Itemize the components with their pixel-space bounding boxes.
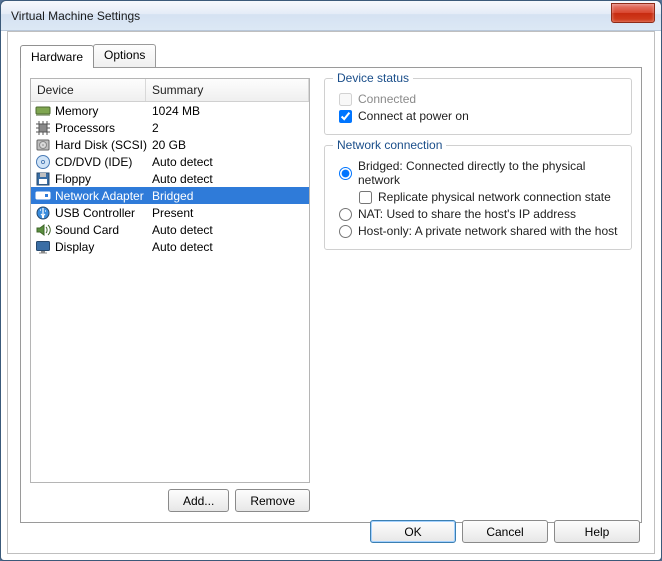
label-nat: NAT: Used to share the host's IP address xyxy=(358,207,576,221)
list-row[interactable]: Memory 1024 MB xyxy=(31,102,309,119)
tab-hardware-label: Hardware xyxy=(31,50,83,64)
opt-connected: Connected xyxy=(339,92,621,106)
tabpage-hardware: Device Summary Memory 1024 MB Processors… xyxy=(20,67,642,523)
header-summary[interactable]: Summary xyxy=(146,79,309,101)
tab-hardware[interactable]: Hardware xyxy=(20,45,94,68)
ok-button-label: OK xyxy=(404,525,421,539)
list-row[interactable]: CD/DVD (IDE) Auto detect xyxy=(31,153,309,170)
label-replicate: Replicate physical network connection st… xyxy=(378,190,611,204)
opt-power-on[interactable]: Connect at power on xyxy=(339,109,621,123)
device-summary: 1024 MB xyxy=(148,104,307,118)
display-icon xyxy=(35,239,51,255)
checkbox-power-on[interactable] xyxy=(339,110,352,123)
list-row[interactable]: Processors 2 xyxy=(31,119,309,136)
remove-button-label: Remove xyxy=(250,494,295,508)
opt-hostonly[interactable]: Host-only: A private network shared with… xyxy=(339,224,621,238)
tab-strip: Hardware Options xyxy=(20,44,642,67)
tab-options-label: Options xyxy=(104,48,145,62)
opt-replicate[interactable]: Replicate physical network connection st… xyxy=(359,190,621,204)
tab-options[interactable]: Options xyxy=(93,44,156,67)
device-summary: Present xyxy=(148,206,307,220)
device-name: Sound Card xyxy=(55,223,119,237)
device-summary: Bridged xyxy=(148,189,307,203)
window-title: Virtual Machine Settings xyxy=(11,9,611,23)
list-row[interactable]: Floppy Auto detect xyxy=(31,170,309,187)
device-summary: Auto detect xyxy=(148,240,307,254)
device-name: USB Controller xyxy=(55,206,135,220)
titlebar[interactable]: Virtual Machine Settings xyxy=(1,1,661,31)
device-summary: Auto detect xyxy=(148,223,307,237)
device-name: Floppy xyxy=(55,172,91,186)
checkbox-connected xyxy=(339,93,352,106)
checkbox-replicate[interactable] xyxy=(359,191,372,204)
device-list[interactable]: Device Summary Memory 1024 MB Processors… xyxy=(30,78,310,483)
nic-icon xyxy=(35,188,51,204)
label-power-on: Connect at power on xyxy=(358,109,469,123)
usb-icon xyxy=(35,205,51,221)
list-row[interactable]: Sound Card Auto detect xyxy=(31,221,309,238)
help-button[interactable]: Help xyxy=(554,520,640,543)
header-device[interactable]: Device xyxy=(31,79,146,101)
device-name: Display xyxy=(55,240,94,254)
remove-button[interactable]: Remove xyxy=(235,489,310,512)
cancel-button-label: Cancel xyxy=(486,525,523,539)
dialog-window: Virtual Machine Settings Hardware Option… xyxy=(0,0,662,561)
cancel-button[interactable]: Cancel xyxy=(462,520,548,543)
list-row[interactable]: USB Controller Present xyxy=(31,204,309,221)
cd-icon xyxy=(35,154,51,170)
add-button[interactable]: Add... xyxy=(168,489,229,512)
sound-icon xyxy=(35,222,51,238)
radio-hostonly[interactable] xyxy=(339,225,352,238)
group-network-title: Network connection xyxy=(333,138,446,152)
list-header: Device Summary xyxy=(31,79,309,102)
list-row[interactable]: Network Adapter Bridged xyxy=(31,187,309,204)
dialog-buttons: OK Cancel Help xyxy=(370,520,640,543)
cpu-icon xyxy=(35,120,51,136)
opt-nat[interactable]: NAT: Used to share the host's IP address xyxy=(339,207,621,221)
list-row[interactable]: Display Auto detect xyxy=(31,238,309,255)
device-summary: 20 GB xyxy=(148,138,307,152)
ok-button[interactable]: OK xyxy=(370,520,456,543)
device-name: Network Adapter xyxy=(55,189,144,203)
help-button-label: Help xyxy=(585,525,610,539)
label-bridged: Bridged: Connected directly to the physi… xyxy=(358,159,621,187)
group-device-status: Device status Connected Connect at power… xyxy=(324,78,632,135)
close-button[interactable] xyxy=(611,3,655,23)
label-connected: Connected xyxy=(358,92,416,106)
device-summary: Auto detect xyxy=(148,155,307,169)
client-area: Hardware Options Device Summary Memory 1… xyxy=(7,31,655,554)
add-button-label: Add... xyxy=(183,494,214,508)
radio-bridged[interactable] xyxy=(339,167,352,180)
hdd-icon xyxy=(35,137,51,153)
device-name: Hard Disk (SCSI) xyxy=(55,138,147,152)
device-name: CD/DVD (IDE) xyxy=(55,155,132,169)
opt-bridged[interactable]: Bridged: Connected directly to the physi… xyxy=(339,159,621,187)
memory-icon xyxy=(35,103,51,119)
list-row[interactable]: Hard Disk (SCSI) 20 GB xyxy=(31,136,309,153)
device-summary: Auto detect xyxy=(148,172,307,186)
group-network-connection: Network connection Bridged: Connected di… xyxy=(324,145,632,250)
label-hostonly: Host-only: A private network shared with… xyxy=(358,224,617,238)
device-summary: 2 xyxy=(148,121,307,135)
device-name: Memory xyxy=(55,104,98,118)
radio-nat[interactable] xyxy=(339,208,352,221)
device-name: Processors xyxy=(55,121,115,135)
floppy-icon xyxy=(35,171,51,187)
group-device-status-title: Device status xyxy=(333,71,413,85)
